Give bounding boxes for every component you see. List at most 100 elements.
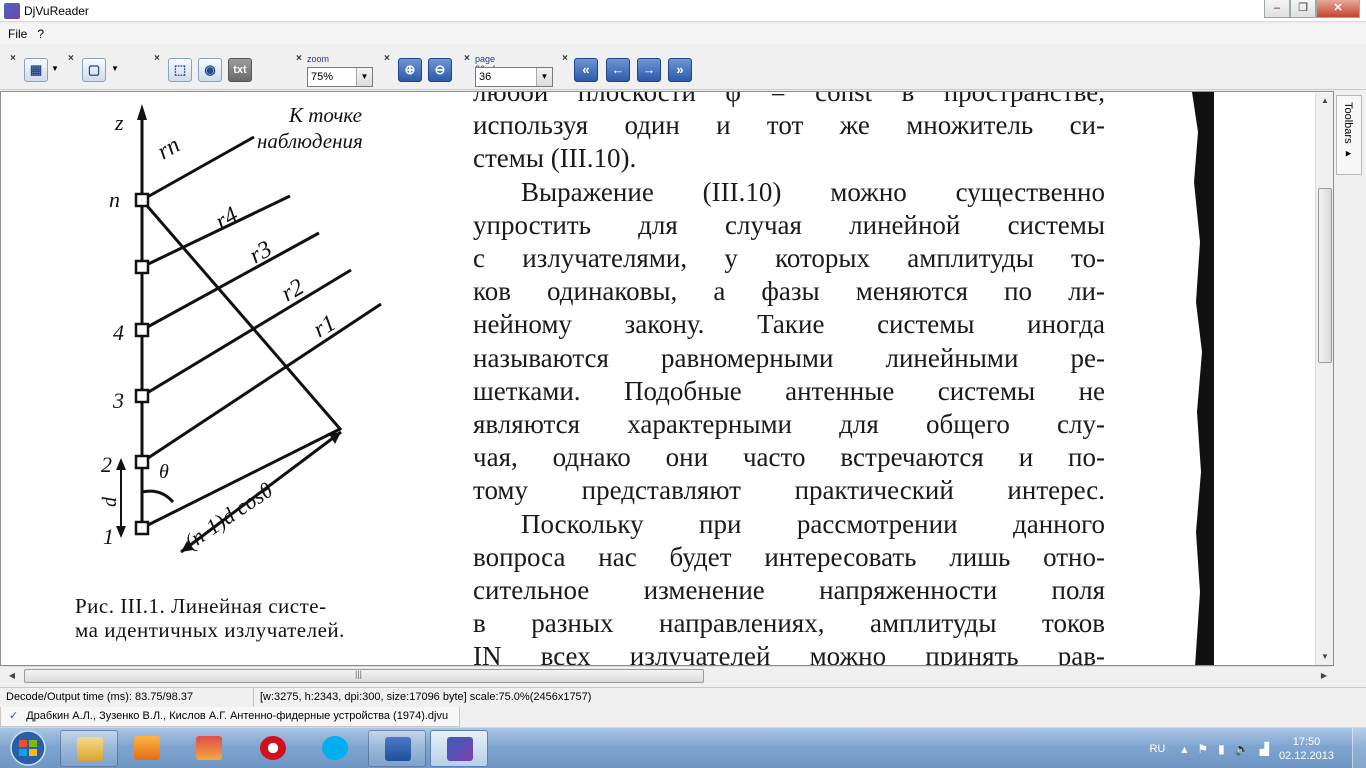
next-page-button[interactable]: →: [637, 58, 661, 82]
clock[interactable]: 17:50 02.12.2013: [1279, 735, 1334, 763]
document-viewport[interactable]: z К точке наблюдения rn r4 r3 r2 r1 n 4 …: [0, 91, 1334, 666]
close-group-icon[interactable]: ×: [562, 53, 568, 64]
chevron-down-icon[interactable]: ▼: [51, 64, 59, 73]
folder-icon: [77, 737, 103, 761]
clock-time: 17:50: [1292, 735, 1321, 748]
ray-label-3: r3: [245, 236, 276, 269]
taskbar-app-installer[interactable]: [180, 730, 238, 767]
spacing-label: d: [99, 496, 121, 507]
horizontal-scroll-thumb[interactable]: |||: [24, 669, 704, 683]
menu-bar: File ?: [0, 24, 1366, 44]
app-icon: [4, 2, 20, 19]
ray-label-1: r1: [309, 310, 340, 343]
window-controls: – ❐ ✕: [1264, 0, 1360, 18]
language-indicator[interactable]: RU: [1149, 743, 1165, 755]
radiator-2: [134, 454, 150, 470]
taskbar-skype[interactable]: [306, 730, 364, 767]
close-group-icon[interactable]: ×: [68, 53, 74, 64]
chevron-down-icon: ▼: [356, 68, 372, 86]
body-text-line: Поскольку при рассмотрении данного: [521, 508, 1105, 539]
taskbar-djvureader[interactable]: [430, 730, 488, 767]
page-select[interactable]: 36 ▼: [475, 67, 553, 87]
page-body-text: любой плоскости φ = const в пространстве…: [473, 91, 1105, 665]
zoom-out-icon: ⊖: [434, 62, 446, 77]
taskbar-opera[interactable]: [244, 730, 302, 767]
close-group-icon[interactable]: ×: [10, 53, 16, 64]
battery-icon[interactable]: ▮: [1218, 742, 1225, 756]
flag-icon[interactable]: ⚑: [1197, 742, 1208, 756]
zoom-label: zoom: [307, 54, 330, 64]
body-text-line: Выражение (III.10) можно существенно: [521, 176, 1105, 207]
zoom-in-button[interactable]: ⊕: [398, 58, 422, 82]
maximize-button[interactable]: ❐: [1290, 0, 1316, 18]
scanned-page-edge: [1192, 92, 1214, 665]
scroll-right-icon[interactable]: ▶: [1316, 667, 1332, 685]
minimize-button[interactable]: –: [1264, 0, 1290, 18]
selection-icon: ⬚: [173, 62, 187, 77]
scroll-left-icon[interactable]: ◀: [4, 667, 20, 685]
angle-arc: [141, 489, 175, 504]
double-left-arrow-icon: «: [582, 62, 590, 77]
taskbar-explorer[interactable]: [60, 730, 118, 767]
close-group-icon[interactable]: ×: [154, 53, 160, 64]
menu-help[interactable]: ?: [37, 27, 44, 41]
image-select-button[interactable]: ◉: [198, 58, 222, 82]
windows-logo-red: [19, 740, 27, 747]
body-text-line: ков одинаковы, а фазы меняются по ли-: [473, 276, 1105, 307]
vertical-scroll-thumb[interactable]: [1318, 188, 1332, 363]
body-text-line: нейному закону. Такие системы иногда: [473, 309, 1105, 340]
system-tray: RU ▴ ⚑ ▮ 🔈 ▟ 17:50 02.12.2013: [1149, 728, 1366, 768]
body-text-line: называются равномерными линейными ре-: [473, 342, 1105, 373]
body-text-line: любой плоскости φ = const в пространстве…: [473, 91, 1105, 107]
windows-logo-green: [29, 740, 37, 747]
chevron-down-icon[interactable]: ▼: [111, 64, 119, 73]
scroll-down-icon[interactable]: ▼: [1316, 649, 1334, 665]
scroll-up-icon[interactable]: ▲: [1316, 93, 1334, 109]
menu-file[interactable]: File: [8, 27, 27, 41]
zoom-value: 75%: [311, 71, 334, 83]
antenna-array-figure: z К точке наблюдения rn r4 r3 r2 r1 n 4 …: [99, 103, 382, 554]
path-difference-label: (n-1)d cosθ: [180, 477, 278, 554]
close-group-icon[interactable]: ×: [384, 53, 390, 64]
body-text-line: сительное изменение напряженности поля: [473, 575, 1105, 606]
start-orb: [10, 730, 46, 766]
volume-icon[interactable]: 🔈: [1235, 742, 1250, 756]
previous-page-button[interactable]: ←: [606, 58, 630, 82]
element-label-2: 2: [101, 452, 112, 477]
show-hidden-icons-icon[interactable]: ▴: [1181, 742, 1187, 756]
taskbar-media-player[interactable]: [118, 730, 176, 767]
zoom-out-button[interactable]: ⊖: [428, 58, 452, 82]
layout-button[interactable]: ▦: [24, 58, 48, 82]
radiator-1: [134, 520, 150, 536]
select-region-button[interactable]: ⬚: [168, 58, 192, 82]
close-group-icon[interactable]: ×: [296, 53, 302, 64]
start-button[interactable]: [4, 729, 54, 767]
network-icon[interactable]: ▟: [1260, 742, 1269, 756]
page-edge-shadow: [1192, 92, 1214, 665]
body-text-line: тому представляют практический интерес.: [473, 475, 1105, 506]
word-icon: [385, 737, 411, 761]
text-select-button[interactable]: txt: [228, 58, 252, 82]
vertical-scrollbar[interactable]: ▲ ▼: [1315, 93, 1333, 665]
right-arrow-icon: →: [642, 62, 656, 77]
radiator-3: [134, 388, 150, 404]
zoom-select[interactable]: 75% ▼: [307, 67, 373, 87]
page-view-button[interactable]: ▢: [82, 58, 106, 82]
spacing-arrowhead-down: [116, 526, 126, 538]
layout-icon: ▦: [29, 62, 43, 77]
show-desktop-button[interactable]: [1352, 728, 1366, 768]
horizontal-scrollbar[interactable]: ◀ ||| ▶: [4, 666, 1332, 684]
close-group-icon[interactable]: ×: [464, 53, 470, 64]
close-button[interactable]: ✕: [1316, 0, 1360, 18]
document-tab[interactable]: ✓ Драбкин А.Л., Зузенко В.Л., Кислов А.Г.…: [0, 707, 460, 727]
window-title: DjVuReader: [24, 3, 89, 18]
body-text-line: вопроса нас будет интересовать лишь отно…: [473, 541, 1105, 572]
clock-date: 02.12.2013: [1278, 749, 1334, 762]
last-page-button[interactable]: »: [668, 58, 692, 82]
first-page-button[interactable]: «: [574, 58, 598, 82]
toolbars-side-tab[interactable]: Toolbars ▸: [1336, 95, 1362, 175]
body-text-line: чая, однако они часто встречаются и по-: [473, 442, 1105, 473]
grip-icon: |||: [355, 669, 363, 679]
media-player-icon: [134, 736, 160, 760]
taskbar-word[interactable]: [368, 730, 426, 767]
